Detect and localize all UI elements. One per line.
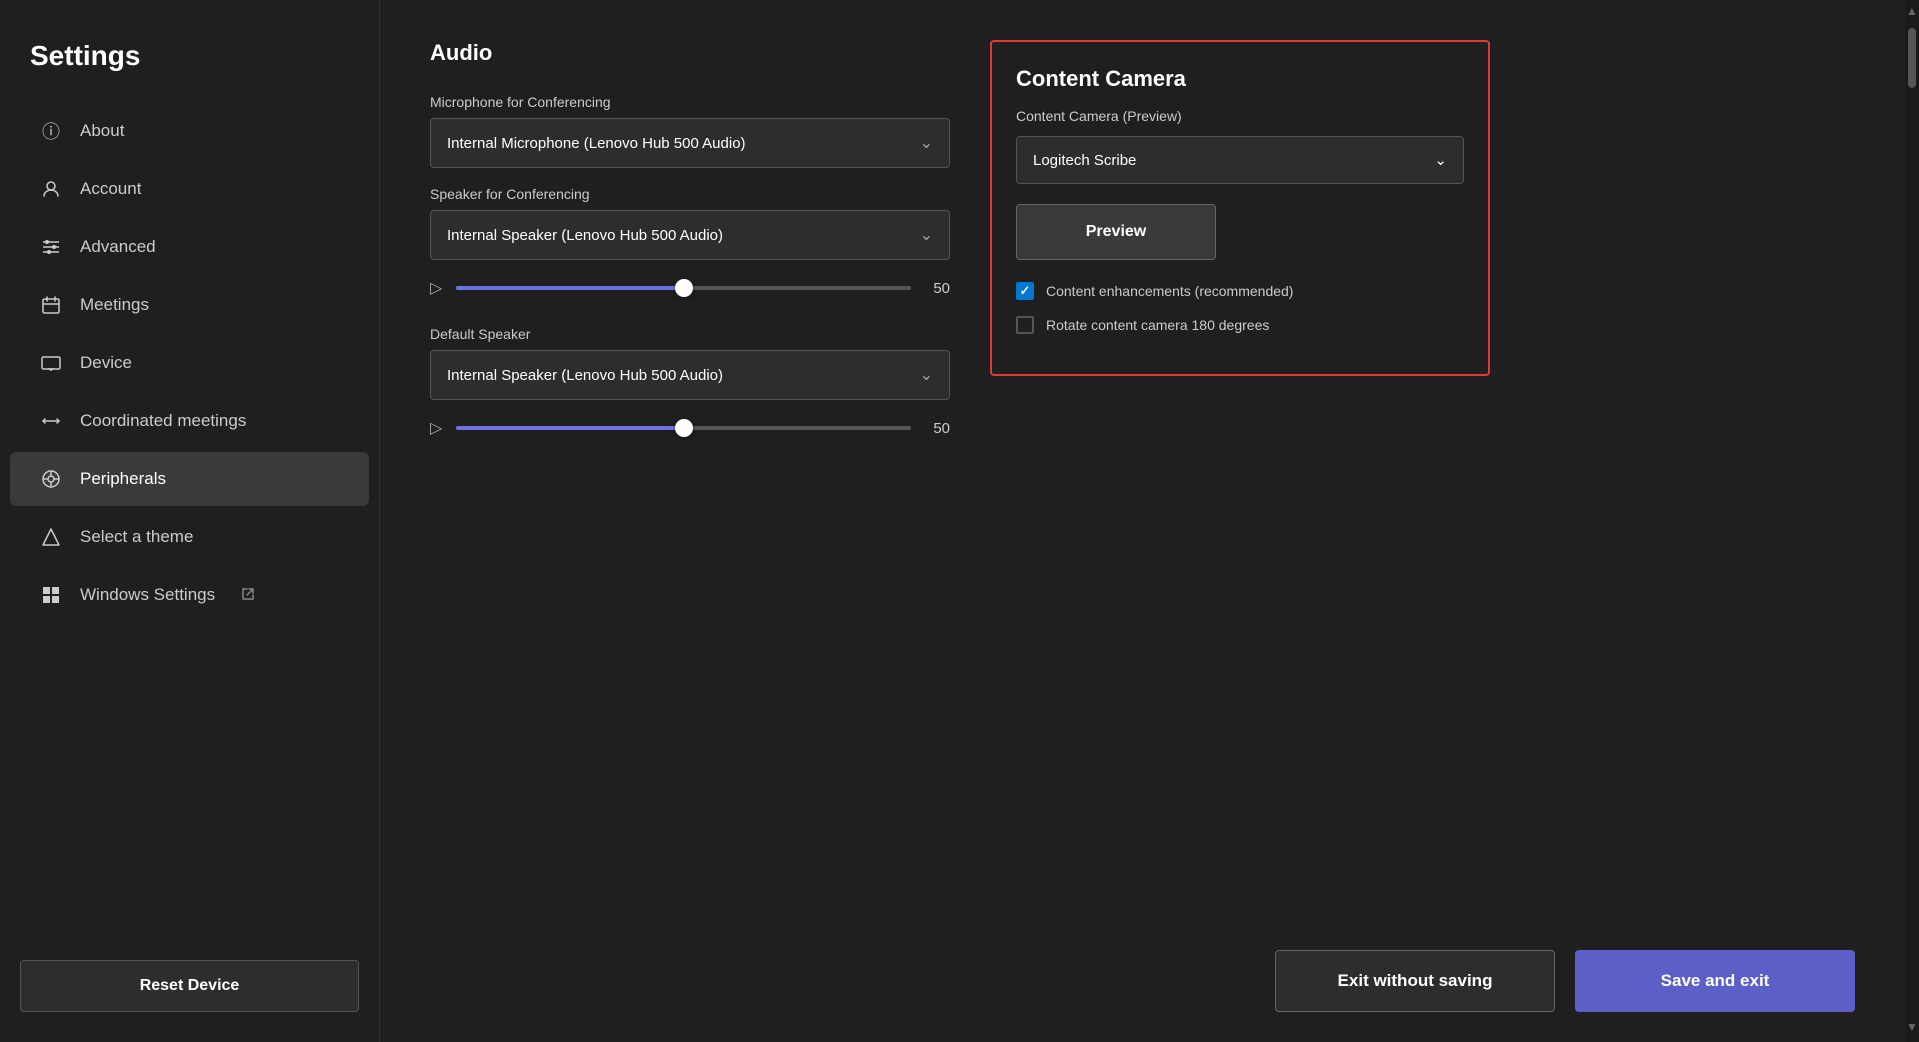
speaker-play-icon[interactable]: ▷ bbox=[430, 278, 442, 298]
main-content: Audio Microphone for Conferencing Intern… bbox=[380, 0, 1905, 1042]
windows-icon bbox=[40, 584, 62, 606]
default-speaker-dropdown[interactable]: Internal Speaker (Lenovo Hub 500 Audio) … bbox=[430, 350, 950, 400]
sidebar-item-meetings-label: Meetings bbox=[80, 295, 149, 315]
enhancements-checkbox[interactable] bbox=[1016, 282, 1034, 300]
scrollbar-thumb[interactable] bbox=[1908, 28, 1916, 88]
camera-chevron-icon: ⌄ bbox=[1434, 151, 1447, 169]
account-icon bbox=[40, 178, 62, 200]
camera-value: Logitech Scribe bbox=[1033, 152, 1136, 169]
advanced-icon bbox=[40, 236, 62, 258]
default-volume-slider[interactable] bbox=[456, 426, 911, 430]
rotate-row: Rotate content camera 180 degrees bbox=[1016, 316, 1464, 334]
camera-title: Content Camera bbox=[1016, 66, 1464, 92]
sidebar: Settings ⓘ About Account Advanced Meetin… bbox=[0, 0, 380, 1042]
meetings-icon bbox=[40, 294, 62, 316]
speaker-label: Speaker for Conferencing bbox=[430, 186, 950, 202]
default-volume-value: 50 bbox=[925, 420, 950, 437]
sidebar-item-windows-label: Windows Settings bbox=[80, 585, 215, 605]
enhancements-label: Content enhancements (recommended) bbox=[1046, 283, 1293, 299]
speaker-dropdown[interactable]: Internal Speaker (Lenovo Hub 500 Audio) … bbox=[430, 210, 950, 260]
sidebar-item-account[interactable]: Account bbox=[10, 162, 369, 216]
camera-dropdown[interactable]: Logitech Scribe ⌄ bbox=[1016, 136, 1464, 184]
default-speaker-label: Default Speaker bbox=[430, 326, 950, 342]
default-speaker-chevron-icon: ⌄ bbox=[920, 365, 933, 385]
microphone-value: Internal Microphone (Lenovo Hub 500 Audi… bbox=[447, 135, 746, 152]
scrollbar[interactable]: ▲ ▼ bbox=[1905, 0, 1919, 1042]
sidebar-item-about[interactable]: ⓘ About bbox=[10, 104, 369, 158]
sidebar-item-theme-label: Select a theme bbox=[80, 527, 193, 547]
bottom-bar: Exit without saving Save and exit bbox=[430, 950, 1865, 1012]
microphone-chevron-icon: ⌄ bbox=[920, 133, 933, 153]
save-and-exit-button[interactable]: Save and exit bbox=[1575, 950, 1855, 1012]
default-play-icon[interactable]: ▷ bbox=[430, 418, 442, 438]
microphone-dropdown[interactable]: Internal Microphone (Lenovo Hub 500 Audi… bbox=[430, 118, 950, 168]
preview-button[interactable]: Preview bbox=[1016, 204, 1216, 260]
speaker-volume-value: 50 bbox=[925, 280, 950, 297]
reset-device-button[interactable]: Reset Device bbox=[20, 960, 359, 1012]
speaker-chevron-icon: ⌄ bbox=[920, 225, 933, 245]
audio-title: Audio bbox=[430, 40, 950, 66]
rotate-label: Rotate content camera 180 degrees bbox=[1046, 317, 1269, 333]
default-volume-thumb[interactable] bbox=[675, 419, 693, 437]
external-link-icon bbox=[241, 587, 255, 604]
device-icon bbox=[40, 352, 62, 374]
peripherals-icon bbox=[40, 468, 62, 490]
sidebar-item-advanced-label: Advanced bbox=[80, 237, 156, 257]
theme-icon bbox=[40, 526, 62, 548]
audio-section: Audio Microphone for Conferencing Intern… bbox=[430, 40, 950, 910]
sidebar-item-device[interactable]: Device bbox=[10, 336, 369, 390]
default-volume-fill bbox=[456, 426, 683, 430]
scroll-up-icon[interactable]: ▲ bbox=[1906, 4, 1918, 18]
sidebar-title: Settings bbox=[0, 30, 379, 102]
rotate-checkbox[interactable] bbox=[1016, 316, 1034, 334]
speaker-volume-slider[interactable] bbox=[456, 286, 911, 290]
sidebar-item-device-label: Device bbox=[80, 353, 132, 373]
default-speaker-value: Internal Speaker (Lenovo Hub 500 Audio) bbox=[447, 367, 723, 384]
content-row: Audio Microphone for Conferencing Intern… bbox=[430, 40, 1865, 910]
speaker-volume-row: ▷ 50 bbox=[430, 278, 950, 298]
sidebar-item-select-theme[interactable]: Select a theme bbox=[10, 510, 369, 564]
content-camera-section: Content Camera Content Camera (Preview) … bbox=[990, 40, 1490, 376]
info-icon: ⓘ bbox=[40, 120, 62, 142]
enhancements-row: Content enhancements (recommended) bbox=[1016, 282, 1464, 300]
speaker-value: Internal Speaker (Lenovo Hub 500 Audio) bbox=[447, 227, 723, 244]
sidebar-item-peripherals-label: Peripherals bbox=[80, 469, 166, 489]
sidebar-item-coordinated-label: Coordinated meetings bbox=[80, 411, 246, 431]
scroll-down-icon[interactable]: ▼ bbox=[1906, 1020, 1918, 1034]
camera-subtitle: Content Camera (Preview) bbox=[1016, 108, 1464, 124]
sidebar-item-account-label: Account bbox=[80, 179, 141, 199]
microphone-label: Microphone for Conferencing bbox=[430, 94, 950, 110]
coordinated-icon bbox=[40, 410, 62, 432]
default-volume-row: ▷ 50 bbox=[430, 418, 950, 438]
speaker-volume-fill bbox=[456, 286, 683, 290]
sidebar-item-coordinated[interactable]: Coordinated meetings bbox=[10, 394, 369, 448]
sidebar-item-peripherals[interactable]: Peripherals bbox=[10, 452, 369, 506]
sidebar-item-advanced[interactable]: Advanced bbox=[10, 220, 369, 274]
sidebar-item-meetings[interactable]: Meetings bbox=[10, 278, 369, 332]
exit-without-saving-button[interactable]: Exit without saving bbox=[1275, 950, 1555, 1012]
sidebar-item-windows-settings[interactable]: Windows Settings bbox=[10, 568, 369, 622]
speaker-volume-thumb[interactable] bbox=[675, 279, 693, 297]
sidebar-item-about-label: About bbox=[80, 121, 124, 141]
